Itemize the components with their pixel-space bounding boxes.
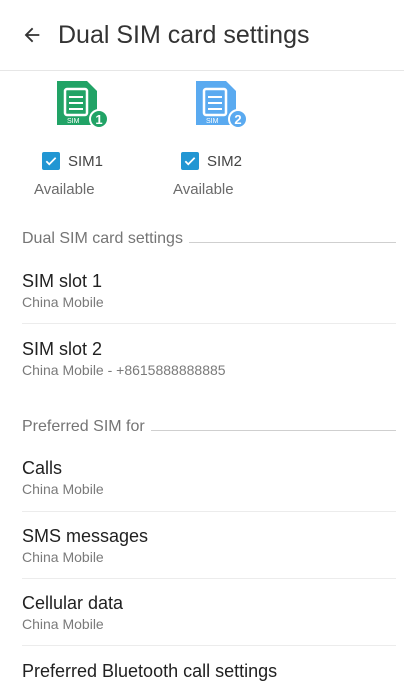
section-label: Preferred SIM for xyxy=(22,418,145,435)
sim-slot-2-item[interactable]: SIM slot 2 China Mobile - +8615888888885 xyxy=(22,338,396,379)
settings-content: SIM 1 SIM1 Available SIM 2 SIM2 Availabl… xyxy=(0,71,404,690)
section-label: Dual SIM card settings xyxy=(22,230,183,247)
list-divider xyxy=(22,645,396,646)
back-button[interactable] xyxy=(12,15,52,55)
page-title: Dual SIM card settings xyxy=(58,20,310,49)
item-title: Preferred Bluetooth call settings xyxy=(22,661,278,681)
item-subtitle: China Mobile xyxy=(22,294,104,310)
sim2-checkbox[interactable]: SIM2 xyxy=(181,152,242,170)
list-divider xyxy=(22,578,396,579)
item-subtitle: China Mobile xyxy=(22,616,104,632)
item-title: Cellular data xyxy=(22,593,124,613)
section-divider xyxy=(150,429,396,431)
sim2-badge-text: SIM xyxy=(206,118,219,125)
item-title: SMS messages xyxy=(22,526,149,546)
app-bar: Dual SIM card settings xyxy=(0,0,404,71)
section-header-preferred: Preferred SIM for xyxy=(22,417,396,437)
list-divider xyxy=(22,323,396,324)
sim-cards-panel: SIM 1 SIM1 Available SIM 2 SIM2 Availabl… xyxy=(0,71,404,211)
item-subtitle: China Mobile - +8615888888885 xyxy=(22,362,226,378)
sim-slot-1-item[interactable]: SIM slot 1 China Mobile xyxy=(22,270,396,311)
sim-card-2-icon: SIM 2 xyxy=(196,81,248,129)
item-subtitle: China Mobile xyxy=(22,481,104,497)
section-header-dual-sim: Dual SIM card settings xyxy=(22,229,396,249)
sim1-badge-text: SIM xyxy=(67,118,80,125)
sim1-checkbox[interactable]: SIM1 xyxy=(42,152,103,170)
checkbox-checked-icon xyxy=(181,152,199,170)
sms-messages-item[interactable]: SMS messages China Mobile xyxy=(22,525,396,566)
sim2-label: SIM2 xyxy=(207,152,243,170)
checkbox-checked-icon xyxy=(42,152,60,170)
sim2-status: Available xyxy=(173,181,234,198)
sim2-number: 2 xyxy=(234,112,241,127)
sim-card-1-icon: SIM 1 xyxy=(57,81,109,129)
item-title: SIM slot 1 xyxy=(22,271,103,291)
item-subtitle: China Mobile xyxy=(22,549,104,565)
calls-item[interactable]: Calls China Mobile xyxy=(22,457,396,498)
bluetooth-call-settings-item[interactable]: Preferred Bluetooth call settings xyxy=(22,660,396,682)
cellular-data-item[interactable]: Cellular data China Mobile xyxy=(22,592,396,633)
sim1-label: SIM1 xyxy=(68,152,104,170)
list-divider xyxy=(22,511,396,512)
section-divider xyxy=(188,241,396,243)
sim1-number: 1 xyxy=(95,112,102,127)
arrow-left-icon xyxy=(24,27,40,43)
sim1-status: Available xyxy=(34,181,95,198)
item-title: SIM slot 2 xyxy=(22,339,103,359)
item-title: Calls xyxy=(22,458,63,478)
